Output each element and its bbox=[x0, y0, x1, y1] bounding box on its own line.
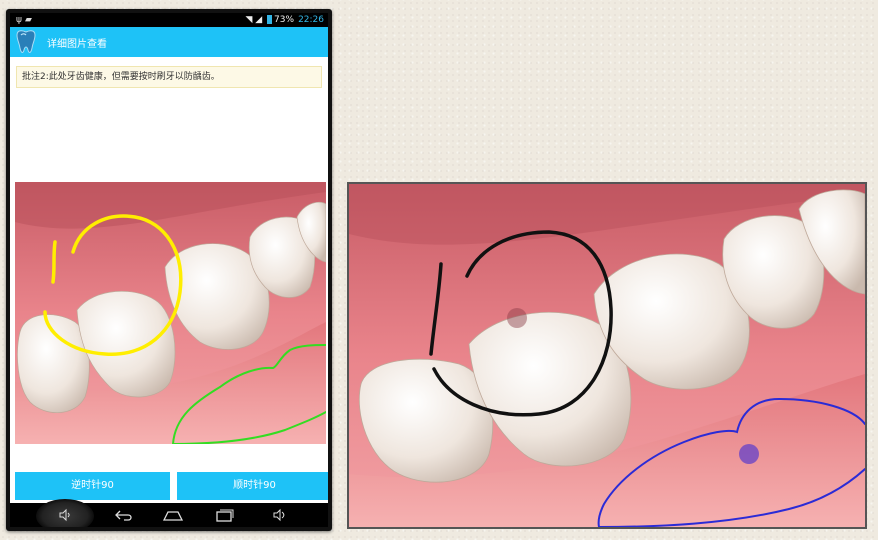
touch-marker-bottom bbox=[739, 444, 759, 464]
back-icon[interactable] bbox=[114, 508, 134, 522]
status-left-icons: ψ▰ bbox=[16, 13, 35, 27]
home-icon[interactable] bbox=[162, 508, 184, 522]
volume-down-icon[interactable] bbox=[58, 508, 72, 522]
wifi-icon: ◥ bbox=[245, 15, 253, 25]
phone-screen: ψ▰ ◥ ◢ 73% 22:26 详细图片查看 批注2:此处牙齿健康，但需要按时刷… bbox=[10, 13, 328, 527]
usb-icon: ψ bbox=[16, 15, 25, 25]
tooth-icon[interactable] bbox=[14, 29, 38, 55]
debug-icon: ▰ bbox=[24, 15, 35, 25]
phone-frame: ψ▰ ◥ ◢ 73% 22:26 详细图片查看 批注2:此处牙齿健康，但需要按时刷… bbox=[6, 9, 332, 531]
zoomed-teeth-image bbox=[349, 184, 865, 527]
annotation-note: 批注2:此处牙齿健康，但需要按时刷牙以防龋齿。 bbox=[16, 66, 322, 88]
signal-icon: ◢ bbox=[255, 15, 263, 25]
nav-bar bbox=[10, 499, 328, 527]
status-bar: ψ▰ ◥ ◢ 73% 22:26 bbox=[10, 13, 328, 27]
battery-icon bbox=[267, 15, 273, 24]
touch-marker-top bbox=[507, 308, 527, 328]
battery-percent: 73% bbox=[274, 15, 295, 25]
volume-up-icon[interactable] bbox=[272, 508, 286, 522]
status-right: ◥ ◢ 73% 22:26 bbox=[245, 13, 324, 27]
recent-apps-icon[interactable] bbox=[215, 508, 235, 522]
teeth-photo-annotated[interactable] bbox=[15, 182, 326, 444]
rotate-clockwise-button[interactable]: 顺时针90 bbox=[177, 472, 328, 500]
action-bar: 详细图片查看 bbox=[10, 27, 328, 57]
zoomed-teeth-photo[interactable] bbox=[347, 182, 867, 529]
rotate-counterclockwise-button[interactable]: 逆时针90 bbox=[15, 472, 170, 500]
page-title: 详细图片查看 bbox=[47, 39, 107, 50]
clock: 22:26 bbox=[298, 15, 324, 25]
